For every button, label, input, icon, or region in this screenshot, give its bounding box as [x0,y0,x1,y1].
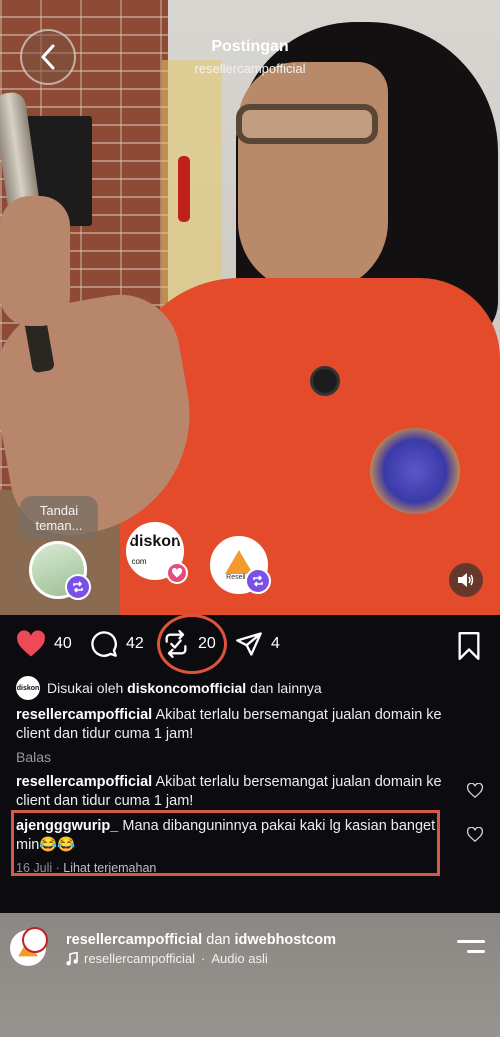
repost-badge-2 [245,568,271,594]
heart-filled-icon [17,630,45,657]
person-hand [0,196,70,326]
bookmark-icon [458,632,480,660]
comment-1-username[interactable]: resellercampofficial [16,774,152,790]
reply-link[interactable]: Balas [16,749,51,765]
music-note-icon [66,951,78,965]
comment-highlight-box [11,810,440,876]
share-button[interactable]: 4 [235,630,280,658]
reseller-logo-icon [225,549,253,574]
comment-1-like-icon[interactable] [467,783,483,798]
glasses [236,104,378,144]
post-caption: resellercampofficial Akibat terlalu bers… [16,706,476,744]
like-button[interactable]: 40 [16,630,72,658]
comment-2-like-icon[interactable] [467,827,483,842]
save-button[interactable] [457,632,481,665]
shirt-logo [370,428,460,514]
page-header: Postingan resellercampofficial [150,38,350,76]
next-post-audio[interactable]: resellercampofficial · Audio asli [66,951,268,966]
repost-highlight-circle [157,614,227,674]
sound-button[interactable] [449,563,483,597]
heart-icon [171,567,183,578]
repost-badge-1 [65,574,91,600]
speaker-icon [458,573,474,587]
caption-username[interactable]: resellercampofficial [16,707,152,723]
header-username[interactable]: resellercampofficial [150,61,350,76]
page-title: Postingan [211,38,289,55]
heart-badge [166,562,188,584]
person-face [238,62,388,292]
next-post-authors[interactable]: resellercampofficial dan idwebhostcom [66,932,336,948]
next-post-coauthor: idwebhostcom [234,932,336,948]
action-bar: 40 42 20 4 [0,615,500,675]
repost-icon [73,581,83,593]
chevron-left-icon [41,44,55,70]
liked-by-text: Disukai oleh diskoncomofficial dan lainn… [47,680,322,696]
audio-separator: · [201,951,206,966]
liked-by-row[interactable]: diskon Disukai oleh diskoncomofficial da… [16,676,322,700]
tag-friends-bubble[interactable]: Tandai teman... [20,496,98,540]
next-post-user: resellercampofficial [66,932,203,948]
back-button[interactable] [20,29,76,85]
comment-bubble-icon [91,631,117,657]
comment-button[interactable]: 42 [90,630,144,658]
comment-1: resellercampofficial Akibat terlalu bers… [16,773,446,811]
liked-by-user: diskoncomofficial [127,680,247,696]
audio-user: resellercampofficial [84,951,196,966]
next-post-coauthor-avatar[interactable] [22,927,48,953]
clip-microphone [310,366,340,396]
send-icon [236,632,262,656]
like-count: 40 [54,635,72,652]
menu-icon[interactable] [457,940,485,960]
repost-icon [253,575,263,587]
fire-extinguisher [178,156,190,222]
audio-label: Audio asli [211,951,268,966]
share-count: 4 [271,635,280,652]
liked-by-avatar: diskon [16,676,40,700]
comment-count: 42 [126,635,144,652]
